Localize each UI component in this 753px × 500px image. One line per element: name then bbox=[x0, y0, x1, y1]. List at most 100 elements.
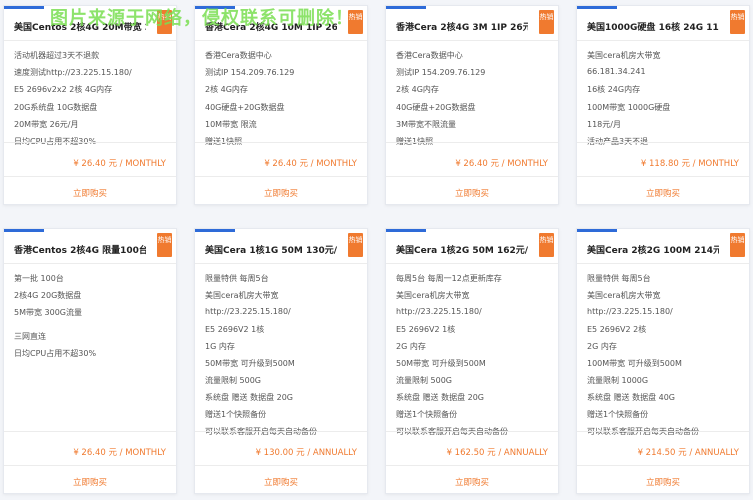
feature-line: 流量限制 500G bbox=[205, 376, 262, 385]
buy-now-button[interactable]: 立即购买 bbox=[195, 187, 367, 199]
divider bbox=[195, 431, 367, 432]
feature-line: 流量限制 500G bbox=[396, 376, 453, 385]
divider bbox=[386, 176, 558, 177]
product-card: 香港Cera 2核4G 10M 1IP 26元 热销 香港Cera数据中心 测试IP … bbox=[194, 5, 368, 205]
card-title: 美国Cera 1核1G 50M 130元/年 bbox=[205, 246, 337, 256]
feature-line: 限量特供 每周5台 bbox=[205, 274, 269, 283]
feature-line: 118元/月 bbox=[587, 119, 621, 129]
feature-line: 3M带宽不限流量 bbox=[396, 119, 456, 129]
divider bbox=[4, 263, 176, 264]
feature-line: 100M带宽 可升级到500M bbox=[587, 359, 682, 368]
product-card: 美国Cera 1核1G 50M 130元/年 热销限量特供 每周5台美国cera机… bbox=[194, 228, 368, 494]
product-card: 香港Cera 2核4G 3M 1IP 26元 热销香港Cera数据中心测试IP 1… bbox=[385, 5, 559, 205]
divider bbox=[386, 465, 558, 466]
buy-now-button[interactable]: 立即购买 bbox=[386, 187, 558, 199]
buy-now-button[interactable]: 立即购买 bbox=[195, 476, 367, 488]
feature-line: 2核4G 20G数据盘 bbox=[14, 291, 82, 300]
feature-line: 第一批 100台 bbox=[14, 274, 64, 283]
price-label: ¥ 162.50 元 / ANNUALLY bbox=[446, 448, 548, 458]
feature-line: 20M带宽 26元/月 bbox=[14, 119, 79, 129]
feature-line: 香港Cera数据中心 bbox=[396, 51, 463, 60]
feature-line: 系统盘 赠送 数据盘 20G bbox=[396, 393, 485, 402]
divider bbox=[577, 431, 749, 432]
feature-line: 66.181.34.241 bbox=[587, 67, 646, 77]
feature-line: 50M带宽 可升级到500M bbox=[396, 359, 486, 368]
feature-line: E5 2696V2 1核 bbox=[205, 325, 265, 334]
feature-line: 测试IP 154.209.76.129 bbox=[205, 68, 295, 78]
card-title: 美国1000G硬盘 16核 24G 118元 bbox=[587, 23, 719, 33]
divider bbox=[386, 40, 558, 41]
feature-line: 2核 4G内存 bbox=[205, 85, 248, 95]
watermark: 图片来源于网络，侵权联系可删除！ bbox=[50, 8, 354, 29]
divider bbox=[4, 431, 176, 432]
card-accent-bar bbox=[386, 6, 426, 9]
feature-line: 1G 内存 bbox=[205, 342, 235, 351]
divider bbox=[577, 465, 749, 466]
feature-line: 速度测试http://23.225.15.180/ bbox=[14, 68, 132, 78]
hot-badge: 热销 bbox=[730, 233, 745, 257]
divider bbox=[4, 176, 176, 177]
feature-line: 测试IP 154.209.76.129 bbox=[396, 68, 486, 78]
card-accent-bar bbox=[4, 6, 44, 9]
product-card: 美国Cera 1核2G 50M 162元/年 热销 每周5台 每周一12点更新库存美… bbox=[385, 228, 559, 494]
price-label: ¥ 26.40 元 / MONTHLY bbox=[455, 159, 548, 169]
feature-line: 100M带宽 1000G硬盘 bbox=[587, 102, 671, 112]
divider bbox=[577, 176, 749, 177]
buy-now-button[interactable]: 立即购买 bbox=[386, 476, 558, 488]
feature-line: 赠送1个快照备份 bbox=[396, 410, 458, 419]
feature-line: 系统盘 赠送 数据盘 20G bbox=[205, 393, 294, 402]
card-title: 美国Cera 1核2G 50M 162元/年 bbox=[396, 246, 528, 256]
card-title: 香港Cera 2核4G 3M 1IP 26元 bbox=[396, 23, 528, 33]
hot-badge: 热销 bbox=[730, 10, 745, 34]
feature-line: 美国cera机房大带宽 bbox=[205, 291, 279, 300]
divider bbox=[195, 263, 367, 264]
feature-line: 限量特供 每周5台 bbox=[587, 274, 651, 283]
buy-now-button[interactable]: 立即购买 bbox=[4, 187, 176, 199]
divider bbox=[195, 142, 367, 143]
divider bbox=[195, 465, 367, 466]
buy-now-button[interactable]: 立即购买 bbox=[4, 476, 176, 488]
card-accent-bar bbox=[577, 229, 617, 232]
feature-line: 流量限制 1000G bbox=[587, 376, 649, 385]
feature-line: http://23.225.15.180/ bbox=[205, 307, 291, 316]
price-label: ¥ 214.50 元 / ANNUALLY bbox=[637, 448, 739, 458]
feature-line: 20G系统盘 10G数据盘 bbox=[14, 102, 98, 112]
divider bbox=[195, 176, 367, 177]
divider bbox=[577, 142, 749, 143]
feature-line: 2核 4G内存 bbox=[396, 85, 439, 95]
hot-badge: 热销 bbox=[157, 233, 172, 257]
product-card: 美国Cera 2核2G 100M 214元/年 热销限量特供 每周5台美国cera… bbox=[576, 228, 750, 494]
hot-badge: 热销 bbox=[539, 10, 554, 34]
buy-now-button[interactable]: 立即购买 bbox=[577, 476, 749, 488]
card-accent-bar bbox=[195, 229, 235, 232]
card-title: 香港Centos 2核4G 限量100台 bbox=[14, 246, 146, 256]
price-label: ¥ 118.80 元 / MONTHLY bbox=[640, 159, 739, 169]
feature-line: http://23.225.15.180/ bbox=[396, 307, 482, 316]
feature-line: 活动机器超过3天不退款 bbox=[14, 51, 100, 60]
feature-line: E5 2696V2 1核 bbox=[396, 325, 456, 334]
feature-line: 10M带宽 限流 bbox=[205, 119, 257, 129]
feature-line: E5 2696V2 2核 bbox=[587, 325, 647, 334]
feature-line: 2G 内存 bbox=[396, 342, 426, 351]
feature-line: 系统盘 赠送 数据盘 40G bbox=[587, 393, 676, 402]
price-label: ¥ 26.40 元 / MONTHLY bbox=[264, 159, 357, 169]
feature-line: 香港Cera数据中心 bbox=[205, 51, 272, 60]
hot-badge: 热销 bbox=[348, 233, 363, 257]
feature-line: 美国cera机房大带宽 bbox=[396, 291, 470, 300]
card-accent-bar bbox=[386, 229, 426, 232]
feature-line: 美国cera机房大带宽 bbox=[587, 51, 661, 60]
feature-line: 赠送1个快照备份 bbox=[587, 410, 649, 419]
divider bbox=[577, 40, 749, 41]
feature-line: 每周5台 每周一12点更新库存 bbox=[396, 274, 502, 283]
product-card: 美国Centos 2核4G 20M带宽 26元热销活动机器超过3天不退款速度测试… bbox=[3, 5, 177, 205]
divider bbox=[195, 40, 367, 41]
buy-now-button[interactable]: 立即购买 bbox=[577, 187, 749, 199]
divider bbox=[577, 263, 749, 264]
feature-line: 2G 内存 bbox=[587, 342, 617, 351]
feature-line: 5M带宽 300G流量 bbox=[14, 308, 83, 317]
feature-line: 美国cera机房大带宽 bbox=[587, 291, 661, 300]
feature-line: E5 2696v2x2 2核 4G内存 bbox=[14, 85, 113, 95]
feature-line: 40G硬盘+20G数据盘 bbox=[396, 102, 476, 112]
divider bbox=[4, 465, 176, 466]
divider bbox=[386, 263, 558, 264]
